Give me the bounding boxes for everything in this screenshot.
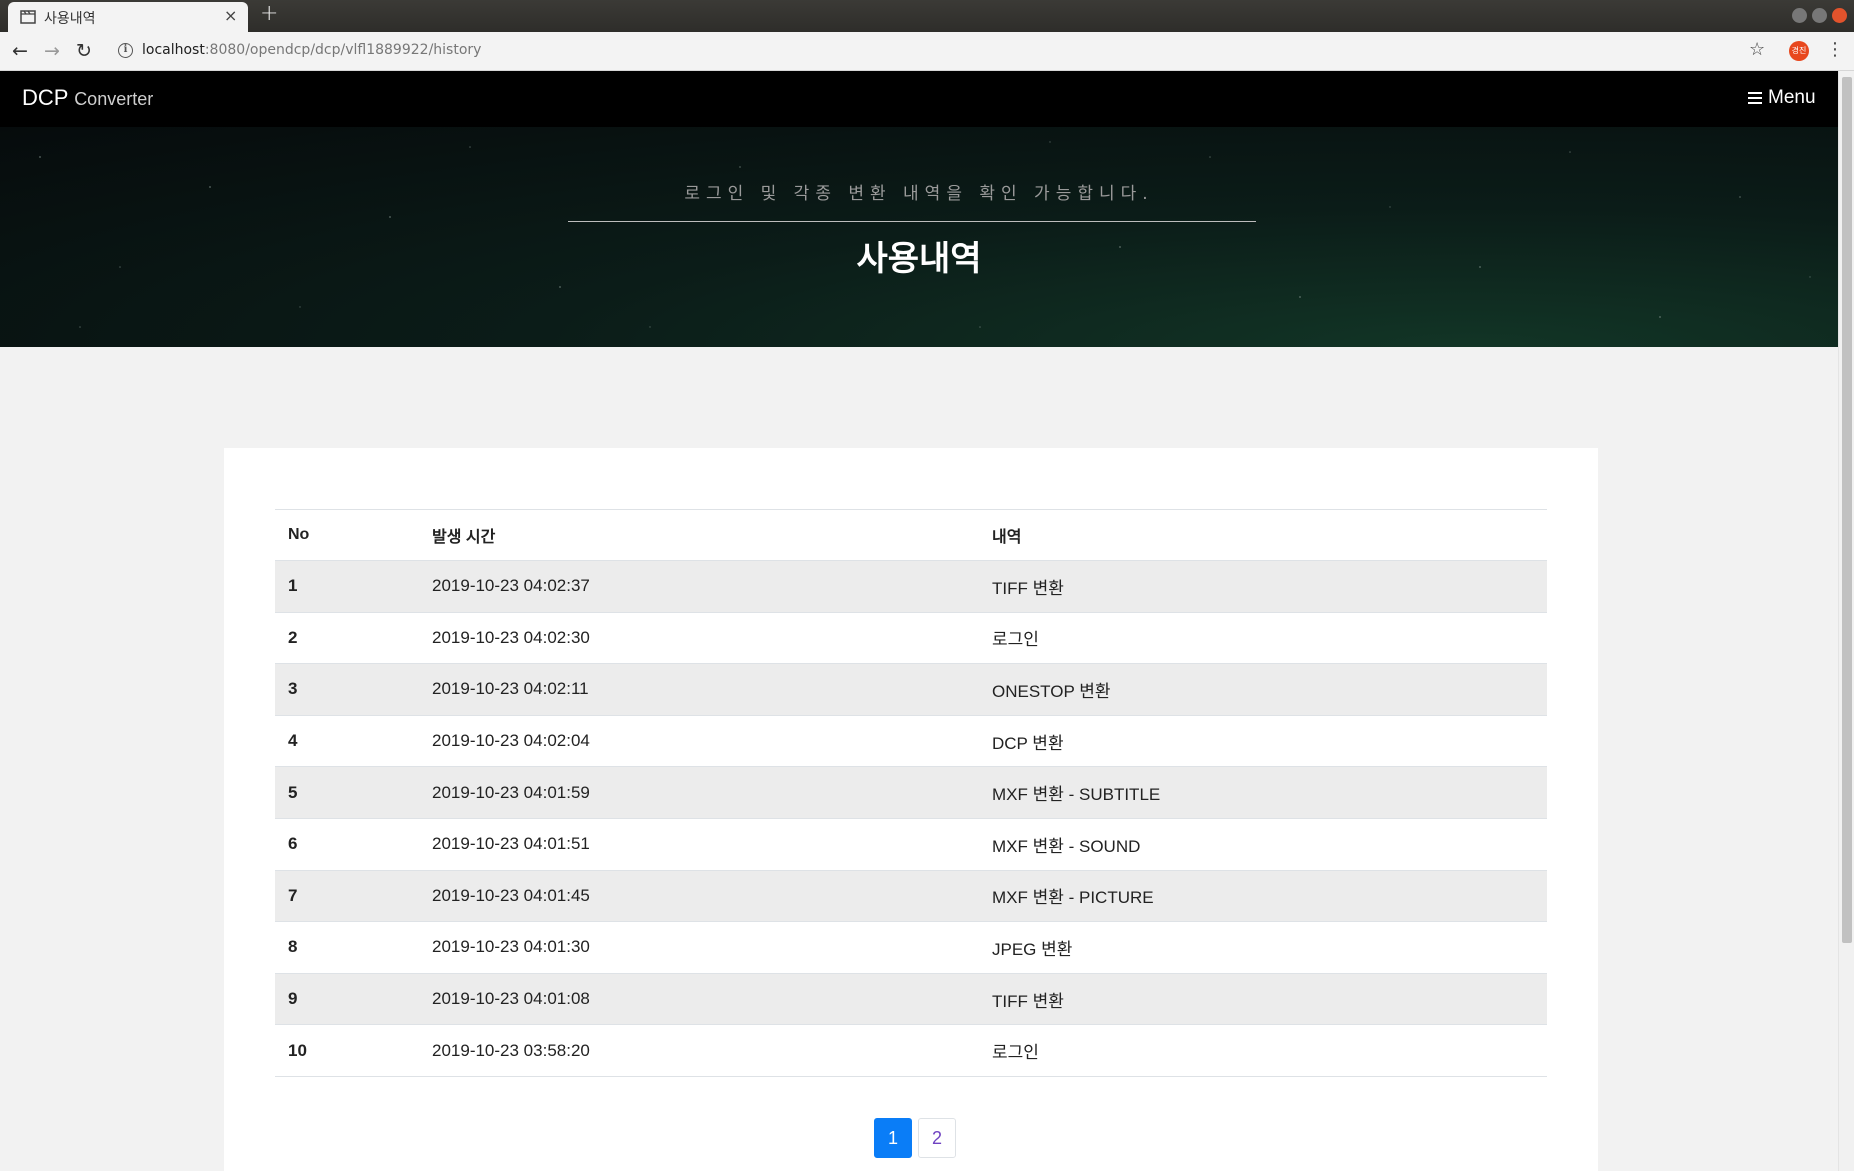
cell-time: 2019-10-23 04:02:30 [419,612,979,665]
table-row: 3 2019-10-23 04:02:11 ONESTOP 변환 [275,663,1547,716]
cell-time: 2019-10-23 04:01:08 [419,973,979,1026]
cell-desc: MXF 변환 - PICTURE [979,870,1547,923]
page-subtitle: 로그인 및 각종 변환 내역을 확인 가능합니다. [684,184,1154,204]
table-row: 10 2019-10-23 03:58:20 로그인 [275,1024,1547,1077]
cell-no: 5 [275,766,419,819]
info-icon[interactable]: i [118,43,133,58]
table-row: 5 2019-10-23 04:01:59 MXF 변환 - SUBTITLE [275,766,1547,819]
cell-no: 6 [275,818,419,871]
menu-button[interactable]: Menu [1748,87,1816,109]
brand-main: DCP [22,85,69,110]
scrollbar-thumb[interactable] [1842,77,1852,943]
cell-desc: MXF 변환 - SOUND [979,818,1547,871]
table-row: 9 2019-10-23 04:01:08 TIFF 변환 [275,973,1547,1026]
cell-time: 2019-10-23 04:01:51 [419,818,979,871]
url-host: localhost [142,42,205,58]
cell-no: 2 [275,612,419,665]
tab-page-icon [20,10,36,24]
cell-desc: 로그인 [979,1024,1547,1077]
cell-no: 1 [275,560,419,613]
page-2-button[interactable]: 2 [918,1118,956,1158]
cell-time: 2019-10-23 04:01:30 [419,921,979,974]
kebab-menu-icon[interactable]: ⋮ [1826,39,1844,60]
cell-no: 4 [275,715,419,768]
browser-tab-strip: 사용내역 × + [0,0,1854,33]
cell-desc: JPEG 변환 [979,921,1547,974]
brand-sub: Converter [74,89,154,109]
tab-title: 사용내역 [44,11,96,27]
table-row: 1 2019-10-23 04:02:37 TIFF 변환 [275,560,1547,613]
menu-label: Menu [1768,87,1816,108]
forward-arrow-icon[interactable]: → [44,40,60,62]
history-table: No 발생 시간 내역 1 2019-10-23 04:02:37 TIFF 변환 … [275,509,1547,1077]
new-tab-button[interactable]: + [260,1,278,26]
cell-no: 3 [275,663,419,716]
column-header-time: 발생 시간 [419,509,979,561]
cell-no: 7 [275,870,419,923]
table-row: 4 2019-10-23 04:02:04 DCP 변환 [275,715,1547,768]
hamburger-icon [1748,92,1762,104]
page-header: 로그인 및 각종 변환 내역을 확인 가능합니다. 사용내역 [0,127,1838,347]
cell-desc: MXF 변환 - SUBTITLE [979,766,1547,819]
cell-desc: TIFF 변환 [979,973,1547,1026]
cell-no: 9 [275,973,419,1026]
window-minimize-button[interactable] [1792,8,1807,23]
cell-no: 10 [275,1024,419,1077]
address-bar[interactable]: localhost:8080/opendcp/dcp/vlfl1889922/h… [142,42,481,58]
table-row: 6 2019-10-23 04:01:51 MXF 변환 - SOUND [275,818,1547,871]
tab-close-icon[interactable]: × [224,6,237,25]
cell-time: 2019-10-23 04:02:37 [419,560,979,613]
table-row: 8 2019-10-23 04:01:30 JPEG 변환 [275,921,1547,974]
column-header-desc: 내역 [979,509,1547,561]
cell-desc: DCP 변환 [979,715,1547,768]
cell-time: 2019-10-23 04:02:11 [419,663,979,716]
cell-time: 2019-10-23 04:01:59 [419,766,979,819]
cell-desc: TIFF 변환 [979,560,1547,613]
page-scrollbar[interactable] [1838,71,1854,1171]
site-navbar: DCP Converter Menu [0,71,1838,127]
cell-time: 2019-10-23 03:58:20 [419,1024,979,1077]
browser-tab[interactable]: 사용내역 × [8,2,248,33]
table-row: 2 2019-10-23 04:02:30 로그인 [275,612,1547,665]
page-1-button[interactable]: 1 [874,1118,912,1158]
header-divider [568,221,1256,222]
reload-icon[interactable]: ↻ [76,40,92,62]
page-title: 사용내역 [856,239,982,279]
table-header-row: No 발생 시간 내역 [275,509,1547,561]
cell-time: 2019-10-23 04:01:45 [419,870,979,923]
cell-desc: ONESTOP 변환 [979,663,1547,716]
browser-toolbar: ← → ↻ i localhost:8080/opendcp/dcp/vlfl1… [0,32,1854,71]
profile-avatar[interactable]: 경진 [1789,41,1809,61]
column-header-no: No [275,509,419,561]
table-row: 7 2019-10-23 04:01:45 MXF 변환 - PICTURE [275,870,1547,923]
history-card: No 발생 시간 내역 1 2019-10-23 04:02:37 TIFF 변환 … [224,448,1598,1171]
star-icon[interactable]: ☆ [1749,39,1765,60]
url-path: :8080/opendcp/dcp/vlfl1889922/history [204,42,482,58]
window-maximize-button[interactable] [1812,8,1827,23]
brand-logo[interactable]: DCP Converter [22,85,153,111]
back-arrow-icon[interactable]: ← [12,40,28,62]
cell-desc: 로그인 [979,612,1547,665]
page-viewport: DCP Converter Menu 로그인 및 각종 변환 내역을 확인 가능… [0,71,1838,1171]
cell-no: 8 [275,921,419,974]
window-close-button[interactable] [1832,8,1847,23]
cell-time: 2019-10-23 04:02:04 [419,715,979,768]
